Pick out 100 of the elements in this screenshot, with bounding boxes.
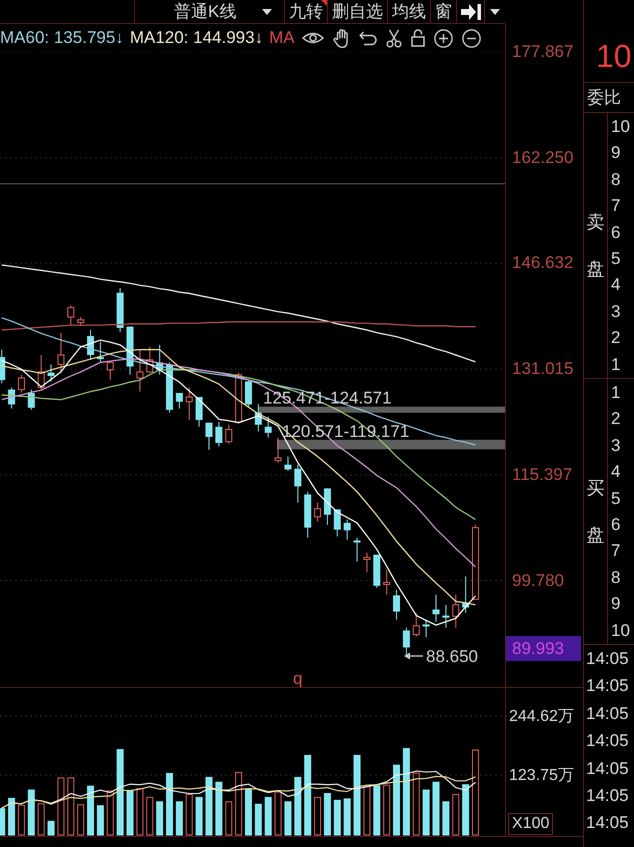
candlestick bbox=[284, 456, 292, 472]
order-level-number: 10 bbox=[611, 620, 630, 640]
candlestick bbox=[96, 340, 104, 362]
arrow-to-bar-icon bbox=[460, 4, 480, 20]
price-tick-label: 177.867 bbox=[512, 42, 574, 62]
price-tick-label: 146.632 bbox=[512, 253, 574, 274]
candlestick bbox=[206, 422, 212, 450]
trade-time: 14:05 bbox=[586, 813, 629, 832]
candlestick bbox=[264, 416, 272, 438]
candlestick bbox=[38, 354, 45, 390]
candlestick bbox=[402, 627, 410, 656]
candlestick bbox=[77, 316, 84, 326]
order-level-number: 8 bbox=[611, 170, 620, 189]
candlestick bbox=[412, 612, 420, 638]
unit-label: X100 bbox=[508, 813, 554, 835]
candlestick bbox=[422, 619, 430, 638]
leader-arrow bbox=[404, 652, 423, 660]
volume-tick-label: 123.75万 bbox=[509, 766, 574, 786]
candlestick bbox=[48, 364, 55, 382]
scissors-icon[interactable] bbox=[386, 28, 402, 48]
volume-tick-label: 244.62万 bbox=[509, 707, 574, 728]
candlestick bbox=[146, 346, 154, 374]
candlestick bbox=[304, 491, 312, 538]
order-level-number: 10 bbox=[611, 117, 630, 136]
order-level-number: 7 bbox=[611, 196, 620, 216]
low-price-label: 88.650 bbox=[426, 647, 478, 666]
axis-mark-label: q bbox=[293, 669, 302, 688]
order-level-number: 2 bbox=[611, 328, 620, 348]
candlestick bbox=[344, 519, 351, 540]
undo-icon[interactable] bbox=[358, 30, 377, 46]
candlestick bbox=[225, 424, 232, 444]
plus-circle-icon[interactable] bbox=[434, 28, 453, 48]
candlestick bbox=[314, 502, 322, 522]
candlestick bbox=[462, 576, 470, 614]
candlestick bbox=[432, 594, 440, 622]
order-level-number: 6 bbox=[611, 514, 620, 534]
ratio-label: 委比 bbox=[587, 88, 621, 107]
price-tick-label: 162.250 bbox=[512, 148, 574, 168]
candlestick bbox=[254, 403, 262, 432]
current-price-label: 89.993 bbox=[506, 636, 581, 661]
order-level-number: 2 bbox=[611, 409, 620, 428]
order-level-number: 3 bbox=[611, 302, 620, 321]
candlestick bbox=[106, 362, 114, 381]
header-number: 10 bbox=[596, 38, 632, 74]
caret-icon bbox=[262, 8, 272, 14]
order-level-number: 4 bbox=[611, 462, 620, 482]
trade-time: 14:05 bbox=[586, 676, 629, 696]
order-level-number: 8 bbox=[611, 568, 620, 587]
indicator-value: MA bbox=[269, 28, 295, 48]
order-level-number: 5 bbox=[611, 248, 620, 268]
candlestick bbox=[196, 396, 203, 428]
candlestick bbox=[28, 389, 35, 410]
candlestick bbox=[244, 380, 252, 408]
order-level-number: 5 bbox=[611, 488, 620, 508]
order-side-label: 买盘 bbox=[586, 476, 604, 546]
candlestick bbox=[136, 349, 144, 392]
trade-time: 14:05 bbox=[586, 649, 629, 668]
candlestick bbox=[67, 305, 74, 326]
price-tick-label: 99.780 bbox=[512, 570, 564, 591]
candlestick bbox=[452, 594, 460, 628]
trade-time: 14:05 bbox=[586, 731, 629, 750]
hand-icon[interactable] bbox=[332, 28, 350, 48]
chart-type-dropdown[interactable]: 普通K线 bbox=[134, 0, 285, 23]
candlestick bbox=[215, 422, 222, 447]
lock-icon[interactable] bbox=[410, 29, 425, 47]
eye-icon[interactable] bbox=[302, 31, 324, 45]
indicator-value: MA120: 144.993↓ bbox=[130, 28, 264, 48]
candlestick bbox=[274, 437, 282, 464]
order-side-label: 卖盘 bbox=[586, 210, 604, 280]
order-level-number: 6 bbox=[611, 222, 620, 242]
candlestick bbox=[324, 488, 331, 526]
caret-icon bbox=[490, 8, 500, 14]
order-level-number: 1 bbox=[611, 383, 620, 402]
trade-time: 14:05 bbox=[586, 704, 629, 723]
order-level-number: 9 bbox=[611, 594, 620, 614]
candlestick bbox=[57, 332, 64, 374]
candlestick bbox=[0, 349, 6, 384]
candlestick bbox=[18, 374, 25, 394]
order-level-number: 1 bbox=[611, 354, 620, 374]
price-tick-label: 115.397 bbox=[512, 464, 572, 485]
candlestick bbox=[116, 288, 124, 332]
candlestick bbox=[383, 569, 390, 596]
candlestick bbox=[393, 589, 400, 620]
trade-time: 14:05 bbox=[586, 786, 629, 805]
candlestick bbox=[87, 329, 94, 360]
candlestick bbox=[186, 387, 193, 420]
minus-circle-icon[interactable] bbox=[462, 28, 481, 48]
candlestick bbox=[363, 552, 370, 573]
order-level-number: 4 bbox=[611, 275, 620, 294]
order-level-number: 7 bbox=[611, 541, 620, 560]
candlestick bbox=[294, 464, 302, 504]
order-level-number: 9 bbox=[611, 143, 620, 162]
candlestick bbox=[176, 392, 183, 409]
candlestick bbox=[235, 372, 242, 424]
trade-time: 14:05 bbox=[586, 758, 629, 778]
price-tick-label: 131.015 bbox=[512, 359, 574, 380]
candlestick bbox=[8, 387, 16, 409]
candlestick bbox=[156, 344, 164, 376]
candlestick bbox=[334, 508, 341, 537]
order-level-number: 3 bbox=[611, 436, 620, 455]
